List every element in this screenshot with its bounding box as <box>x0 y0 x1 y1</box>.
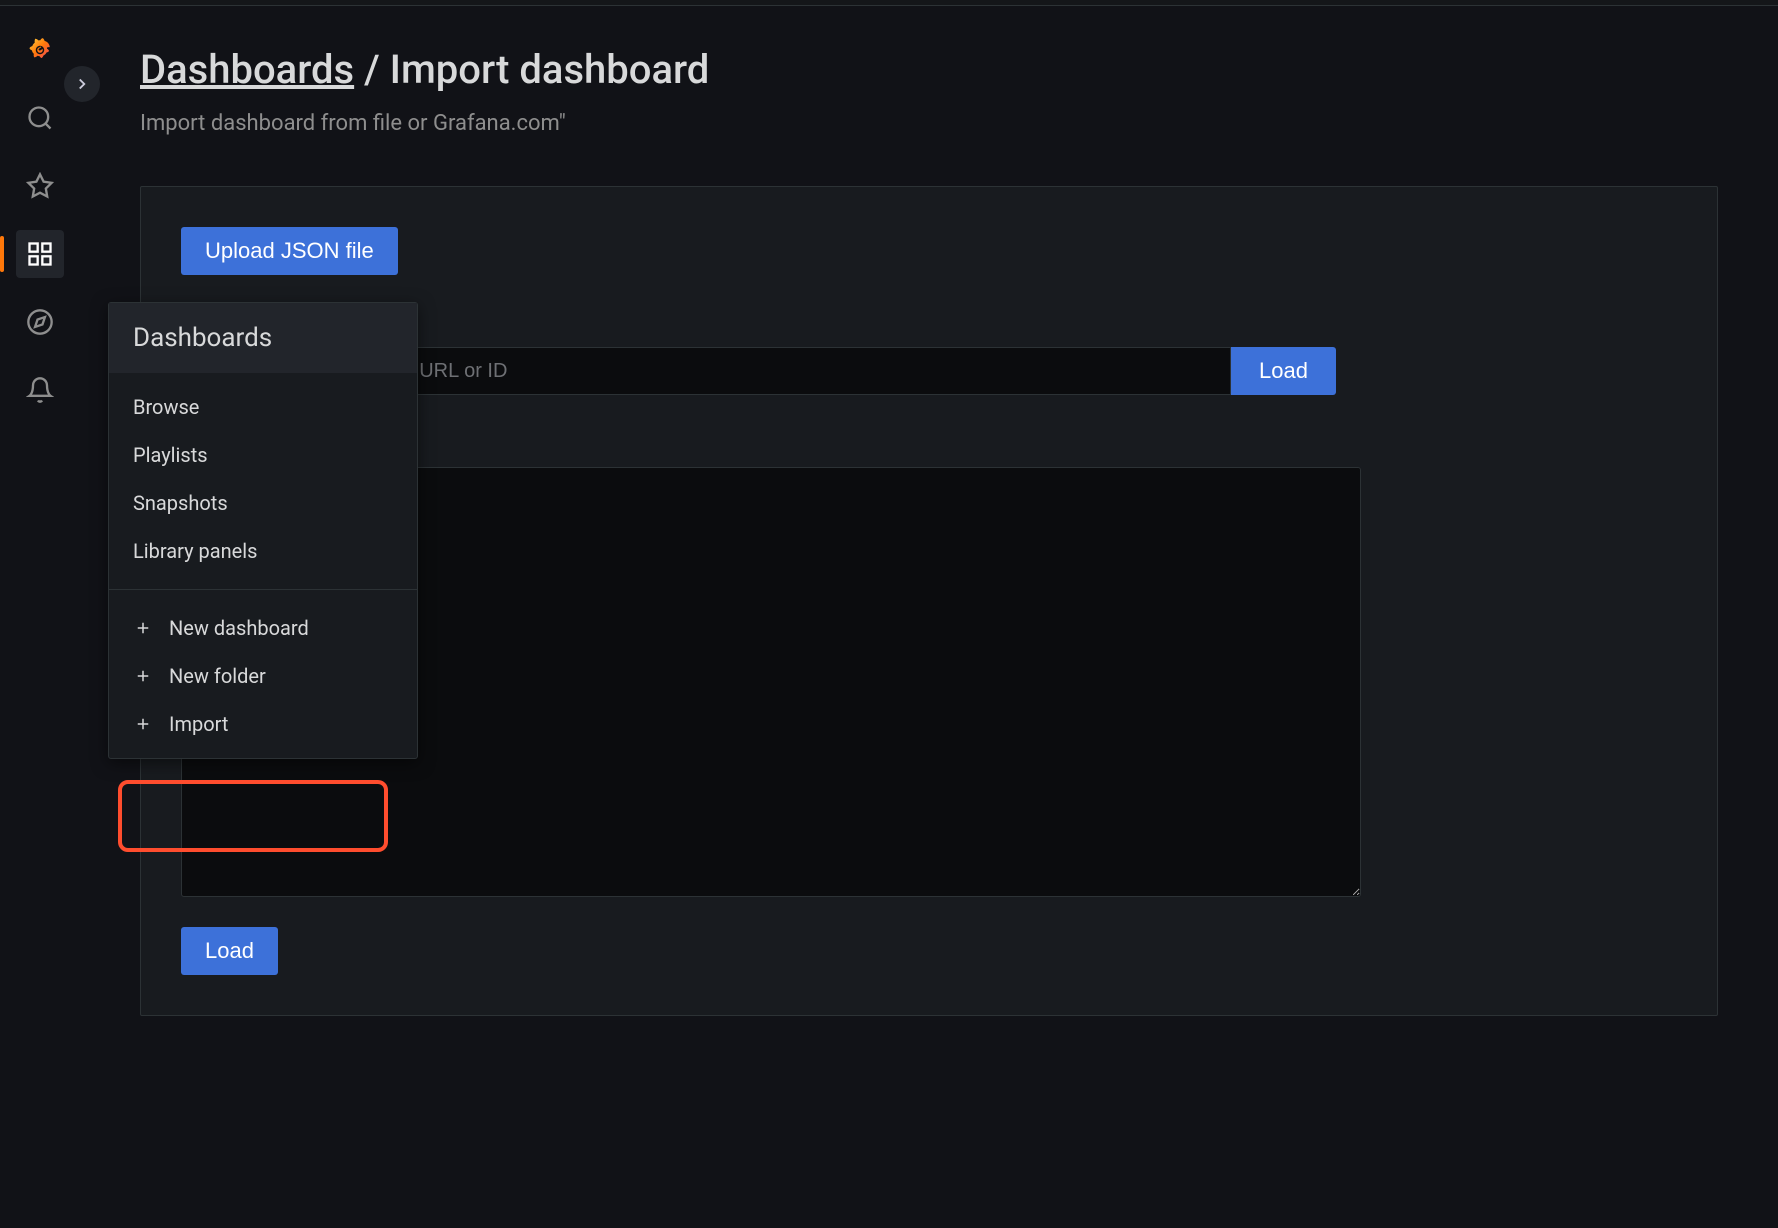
popover-primary-section: Browse Playlists Snapshots Library panel… <box>109 373 417 585</box>
grafana-logo-icon <box>26 36 54 64</box>
plus-icon <box>133 666 153 686</box>
popover-secondary-section: New dashboard New folder Import <box>109 594 417 758</box>
sidebar-dashboards[interactable] <box>16 230 64 278</box>
grafana-logo[interactable] <box>16 26 64 74</box>
sidebar <box>0 6 80 1228</box>
popover-item-library-panels[interactable]: Library panels <box>109 527 417 575</box>
page-subtitle: Import dashboard from file or Grafana.co… <box>140 111 1718 136</box>
breadcrumb-current: Import dashboard <box>390 46 710 93</box>
dashboards-popover: Dashboards Browse Playlists Snapshots Li… <box>108 302 418 759</box>
upload-json-button[interactable]: Upload JSON file <box>181 227 398 275</box>
popover-title: Dashboards <box>109 303 417 373</box>
breadcrumb-separator: / <box>354 46 390 93</box>
popover-item-label: Playlists <box>133 443 208 467</box>
star-icon <box>26 172 54 200</box>
popover-divider <box>109 589 417 590</box>
search-icon <box>26 104 54 132</box>
popover-item-label: Browse <box>133 395 199 419</box>
popover-item-new-folder[interactable]: New folder <box>109 652 417 700</box>
sidebar-expand-button[interactable] <box>64 66 100 102</box>
popover-item-label: New folder <box>169 664 266 688</box>
bell-icon <box>26 376 54 404</box>
sidebar-starred[interactable] <box>16 162 64 210</box>
sidebar-search[interactable] <box>16 94 64 142</box>
dashboards-icon <box>26 240 54 268</box>
popover-item-playlists[interactable]: Playlists <box>109 431 417 479</box>
popover-item-browse[interactable]: Browse <box>109 383 417 431</box>
popover-item-new-dashboard[interactable]: New dashboard <box>109 604 417 652</box>
popover-item-label: Snapshots <box>133 491 228 515</box>
sidebar-alerting[interactable] <box>16 366 64 414</box>
compass-icon <box>26 308 54 336</box>
load-url-button[interactable]: Load <box>1231 347 1336 395</box>
plus-icon <box>133 618 153 638</box>
popover-item-import[interactable]: Import <box>109 700 417 748</box>
popover-item-label: Import <box>169 712 228 736</box>
plus-icon <box>133 714 153 734</box>
breadcrumb-root-link[interactable]: Dashboards <box>140 46 354 93</box>
breadcrumb: Dashboards / Import dashboard <box>140 46 1718 93</box>
popover-item-label: Library panels <box>133 539 257 563</box>
popover-item-snapshots[interactable]: Snapshots <box>109 479 417 527</box>
popover-item-label: New dashboard <box>169 616 309 640</box>
load-json-button[interactable]: Load <box>181 927 278 975</box>
chevron-right-icon <box>73 75 91 93</box>
sidebar-explore[interactable] <box>16 298 64 346</box>
